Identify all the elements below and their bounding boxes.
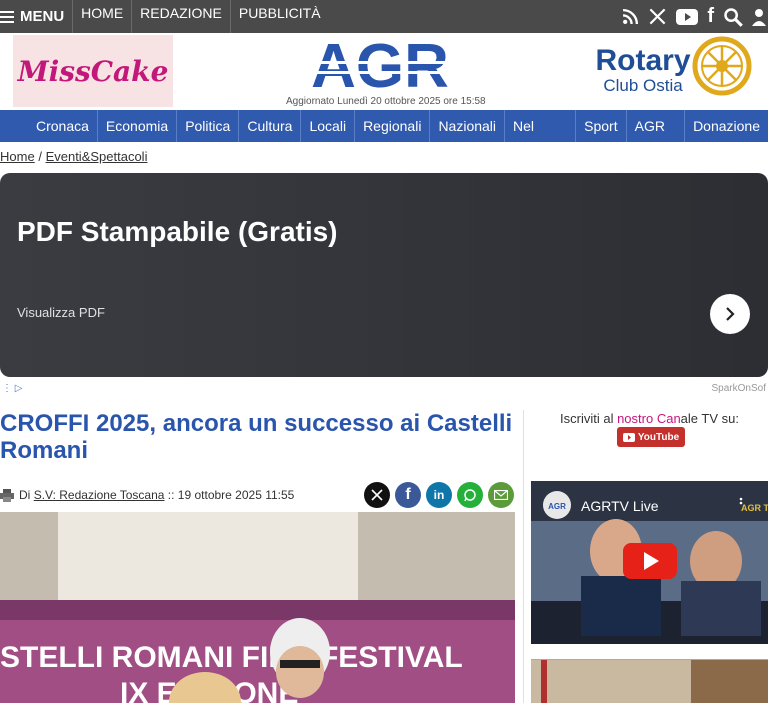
main-nav: Cronaca Economia Politica Cultura Locali…	[0, 110, 768, 166]
secondary-video-thumbnail	[531, 660, 768, 703]
social-icons: f	[622, 0, 768, 33]
nav-locali[interactable]: Locali	[301, 110, 356, 142]
subscribe-prefix: Iscriviti al	[560, 411, 618, 426]
svg-text:STELLI ROMANI FILM FESTIVAL: STELLI ROMANI FILM FESTIVAL	[0, 641, 463, 674]
agr-logo[interactable]: AGR	[287, 37, 473, 93]
author-link[interactable]: S.V: Redazione Toscana	[34, 488, 165, 502]
share-facebook-icon[interactable]: f	[395, 482, 421, 508]
x-icon[interactable]	[648, 7, 667, 26]
subscribe-link[interactable]: nostro Can	[617, 411, 681, 426]
updated-timestamp: Aggiornato Lunedì 20 ottobre 2025 ore 15…	[286, 96, 486, 107]
share-buttons: f in	[364, 482, 514, 508]
svg-text:AGRTV Live: AGRTV Live	[581, 498, 659, 514]
column-divider	[523, 410, 524, 703]
nav-politica[interactable]: Politica	[177, 110, 240, 142]
share-email-icon[interactable]	[488, 482, 514, 508]
breadcrumb-section[interactable]: Eventi&Spettacoli	[46, 149, 148, 164]
secondary-video[interactable]	[531, 659, 768, 703]
breadcrumb-home[interactable]: Home	[0, 149, 35, 164]
nav-home[interactable]: HOME	[73, 0, 133, 33]
top-bar: MENU HOME REDAZIONE PUBBLICITÀ f	[0, 0, 768, 33]
nav-sport[interactable]: Sport	[576, 110, 627, 142]
facebook-icon[interactable]: f	[707, 5, 714, 28]
search-icon[interactable]	[723, 7, 743, 27]
nav-redazione[interactable]: REDAZIONE	[132, 0, 231, 33]
youtube-subscribe-button[interactable]: YouTube	[617, 427, 685, 447]
ad-arrow-button[interactable]	[710, 294, 750, 334]
breadcrumb: Home / Eventi&Spettacoli	[0, 149, 147, 164]
breadcrumb-separator: /	[38, 149, 42, 164]
svg-text:AGR TV: AGR TV	[741, 503, 768, 513]
nav-nel-mondo[interactable]: Nel Mondo	[505, 110, 577, 166]
agrtv-live-video[interactable]: AGR AGRTV Live AGR TV	[531, 481, 768, 644]
menu-label: MENU	[20, 8, 65, 25]
rotary-subtitle: Club Ostia	[603, 76, 683, 95]
ad-subtitle: Visualizza PDF	[17, 305, 105, 320]
share-x-icon[interactable]	[364, 482, 390, 508]
video-thumbnail: AGR AGRTV Live AGR TV	[531, 481, 768, 644]
nav-cronaca[interactable]: Cronaca	[28, 110, 98, 142]
hamburger-icon	[0, 8, 14, 26]
ad-choices-icon[interactable]: ⋮ ▷	[2, 383, 22, 394]
article-photo: STELLI ROMANI FILM FESTIVAL IX EDIZIONE	[0, 512, 515, 703]
nav-nazionali[interactable]: Nazionali	[430, 110, 506, 142]
user-icon[interactable]	[752, 8, 766, 26]
svg-text:AGR: AGR	[548, 502, 566, 511]
youtube-label: YouTube	[637, 431, 680, 443]
nav-economia[interactable]: Economia	[98, 110, 178, 142]
nav-cultura[interactable]: Cultura	[239, 110, 302, 142]
youtube-icon[interactable]	[676, 8, 699, 25]
nav-pubblicita[interactable]: PUBBLICITÀ	[231, 0, 329, 33]
ad-vendor: SparkOnSof	[711, 383, 766, 394]
rotary-banner[interactable]: Rotary Club Ostia	[593, 45, 693, 95]
subscribe-suffix: ale TV su:	[680, 411, 739, 426]
byline-prefix: Di	[19, 488, 31, 502]
printer-icon[interactable]	[0, 488, 14, 502]
svg-text:AGR: AGR	[311, 37, 449, 93]
rotary-wheel-icon	[692, 36, 752, 96]
article-title: CROFFI 2025, ancora un successo ai Caste…	[0, 410, 513, 464]
pdf-ad-banner[interactable]: PDF Stampabile (Gratis) Visualizza PDF	[0, 173, 768, 377]
rss-icon[interactable]	[622, 8, 639, 25]
ad-title: PDF Stampabile (Gratis)	[17, 216, 338, 247]
menu-button[interactable]: MENU	[0, 0, 74, 33]
youtube-play-icon	[622, 432, 635, 442]
misscake-banner[interactable]: MissCake	[13, 35, 173, 107]
nav-regionali[interactable]: Regionali	[355, 110, 431, 142]
nav-agr-tv[interactable]: AGR TV	[627, 110, 686, 166]
article-date: :: 19 ottobre 2025 11:55	[167, 488, 295, 502]
rotary-title: Rotary	[595, 44, 691, 77]
share-linkedin-icon[interactable]: in	[426, 482, 452, 508]
nav-donazione[interactable]: Donazione	[685, 110, 768, 142]
subscribe-tv-text: Iscriviti al nostro Canale TV su:	[531, 411, 768, 426]
misscake-logo-text: MissCake	[17, 54, 169, 88]
site-header: MissCake AGR Aggiornato Lunedì 20 ottobr…	[0, 33, 768, 110]
share-whatsapp-icon[interactable]	[457, 482, 483, 508]
chevron-right-icon	[726, 307, 735, 321]
